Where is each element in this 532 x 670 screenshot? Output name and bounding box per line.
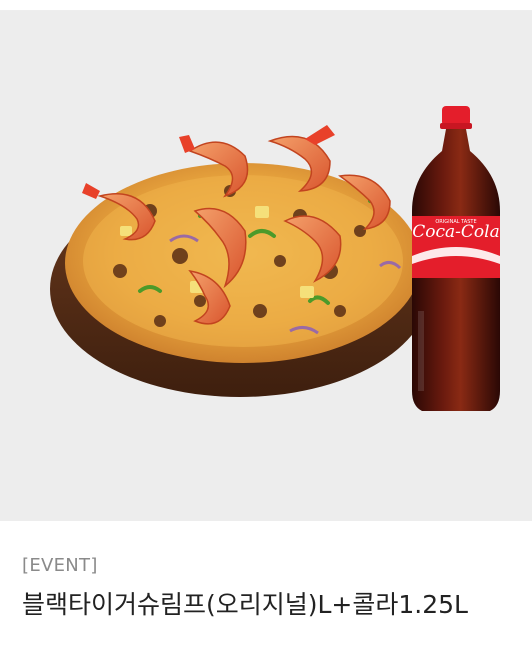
svg-text:ORIGINAL TASTE: ORIGINAL TASTE bbox=[435, 219, 476, 225]
product-name[interactable]: 블랙타이거슈림프(오리지널)L+콜라1.25L bbox=[22, 587, 518, 623]
coca-cola-logo: Coca-Cola bbox=[412, 222, 499, 242]
cola-bottle: Coca-Cola ORIGINAL TASTE bbox=[412, 106, 500, 411]
product-info: [EVENT] 블랙타이거슈림프(오리지널)L+콜라1.25L bbox=[0, 521, 532, 670]
product-card[interactable]: Coca-Cola ORIGINAL TASTE [EVENT] 블랙타이거슈림… bbox=[0, 0, 532, 670]
product-image[interactable]: Coca-Cola ORIGINAL TASTE bbox=[0, 11, 532, 521]
top-divider bbox=[0, 0, 532, 11]
event-tag: [EVENT] bbox=[22, 555, 98, 576]
